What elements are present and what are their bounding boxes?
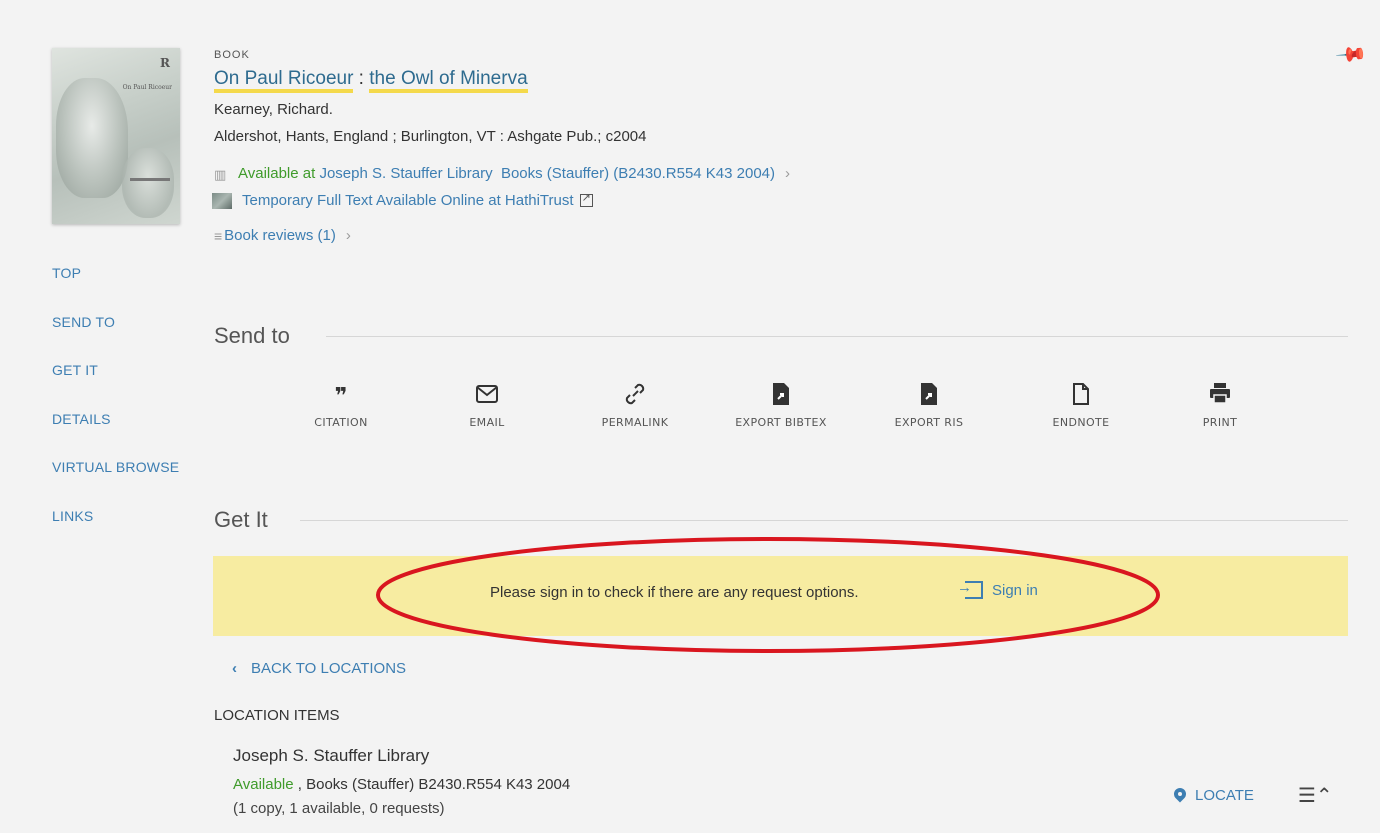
back-to-locations-button[interactable]: ‹ BACK TO LOCATIONS [232,660,406,677]
divider [326,336,1348,337]
book-cover-thumbnail[interactable]: R On Paul Ricoeur [52,48,180,224]
divider [300,520,1348,521]
location-name: Joseph S. Stauffer Library [233,746,430,765]
sign-in-icon [957,579,983,599]
citation-label: CITATION [314,416,368,429]
endnote-button[interactable]: ENDNOTE [1021,382,1141,429]
quote-icon: ❞ [334,383,348,408]
permalink-label: PERMALINK [601,416,669,429]
chevron-right-icon: › [345,227,351,244]
cover-publisher-mark: R [160,56,170,70]
online-access-line[interactable]: Temporary Full Text Available Online at … [212,191,593,209]
citation-button[interactable]: ❞ CITATION [281,382,401,429]
locate-button[interactable]: LOCATE [1174,787,1254,804]
printer-icon [1160,382,1280,410]
record-type: BOOK [214,49,250,61]
export-ris-button[interactable]: EXPORT RIS [869,382,989,429]
location-status-line: Available , Books (Stauffer) B2430.R554 … [233,776,570,793]
endnote-label: ENDNOTE [1052,416,1110,429]
record-panel: R On Paul Ricoeur BOOK On Paul Ricoeur :… [0,0,1380,833]
export-bibtex-label: EXPORT BIBTEX [735,416,827,429]
nav-item-get-it[interactable]: GET IT [52,359,179,408]
get-it-heading: Get It [214,507,268,532]
sign-in-message: Please sign in to check if there are any… [490,584,859,601]
email-button[interactable]: EMAIL [427,382,547,429]
location-shelf: , Books (Stauffer) B2430.R554 K43 2004 [293,776,571,793]
back-to-locations-label: BACK TO LOCATIONS [251,660,407,677]
print-label: PRINT [1202,416,1238,429]
title-main[interactable]: On Paul Ricoeur [214,68,354,93]
title-separator: : [353,68,370,89]
availability-location[interactable]: Joseph S. Stauffer Library [319,165,492,182]
availability-details[interactable]: Books (Stauffer) (B2430.R554 K43 2004) [501,165,775,182]
record-author: Kearney, Richard. [214,101,333,118]
nav-item-virtual-browse[interactable]: VIRTUAL BROWSE [52,456,179,505]
email-label: EMAIL [469,416,505,429]
availability-line[interactable]: ▥ Available at Joseph S. Stauffer Librar… [214,165,790,182]
map-pin-icon [1174,788,1186,804]
send-to-heading: Send to [214,323,290,348]
title-subtitle[interactable]: the Owl of Minerva [369,68,528,93]
sort-filter-icon[interactable]: ☰⌃ [1298,783,1333,808]
location-copies: (1 copy, 1 available, 0 requests) [233,800,445,817]
book-shelf-icon: ▥ [214,167,227,182]
nav-item-details[interactable]: DETAILS [52,408,179,457]
section-nav: TOP SEND TO GET IT DETAILS VIRTUAL BROWS… [52,262,179,553]
pin-icon[interactable]: 📌 [1334,37,1369,72]
book-reviews-link[interactable]: Book reviews (1) [224,227,336,244]
sign-in-button[interactable]: Sign in [957,579,1038,599]
file-icon [1021,382,1141,410]
book-reviews-line[interactable]: ≡ Book reviews (1) › [214,227,351,244]
file-export-icon [721,382,841,410]
record-title[interactable]: On Paul Ricoeur : the Owl of Minerva [214,68,528,93]
availability-status: Available at [238,165,316,182]
location-availability: Available [233,776,294,793]
sign-in-banner: Please sign in to check if there are any… [213,556,1348,636]
cover-author-bar [130,178,170,181]
list-lines-icon: ≡ [214,227,223,244]
sign-in-label: Sign in [992,581,1038,599]
record-publication: Aldershot, Hants, England ; Burlington, … [214,128,647,145]
export-ris-label: EXPORT RIS [894,416,964,429]
print-button[interactable]: PRINT [1160,382,1280,429]
link-icon [575,382,695,410]
export-bibtex-button[interactable]: EXPORT BIBTEX [721,382,841,429]
hathitrust-logo-icon [212,192,232,209]
locate-label: LOCATE [1195,787,1254,804]
chevron-left-icon: ‹ [232,660,237,677]
nav-item-links[interactable]: LINKS [52,505,179,554]
send-to-actions: ❞ CITATION EMAIL PERMALINK EXPORT BIBTEX [300,382,1300,442]
location-items-heading: LOCATION ITEMS [214,707,340,724]
nav-item-top[interactable]: TOP [52,262,179,311]
online-access-link[interactable]: Temporary Full Text Available Online at … [242,192,574,209]
cover-portrait [56,78,128,198]
nav-item-send-to[interactable]: SEND TO [52,311,179,360]
external-link-icon [579,191,593,207]
cover-portrait-secondary [122,148,174,218]
permalink-button[interactable]: PERMALINK [575,382,695,429]
envelope-icon [427,382,547,410]
cover-title-text: On Paul Ricoeur [122,84,172,91]
file-export-icon [869,382,989,410]
chevron-right-icon: › [785,165,791,182]
